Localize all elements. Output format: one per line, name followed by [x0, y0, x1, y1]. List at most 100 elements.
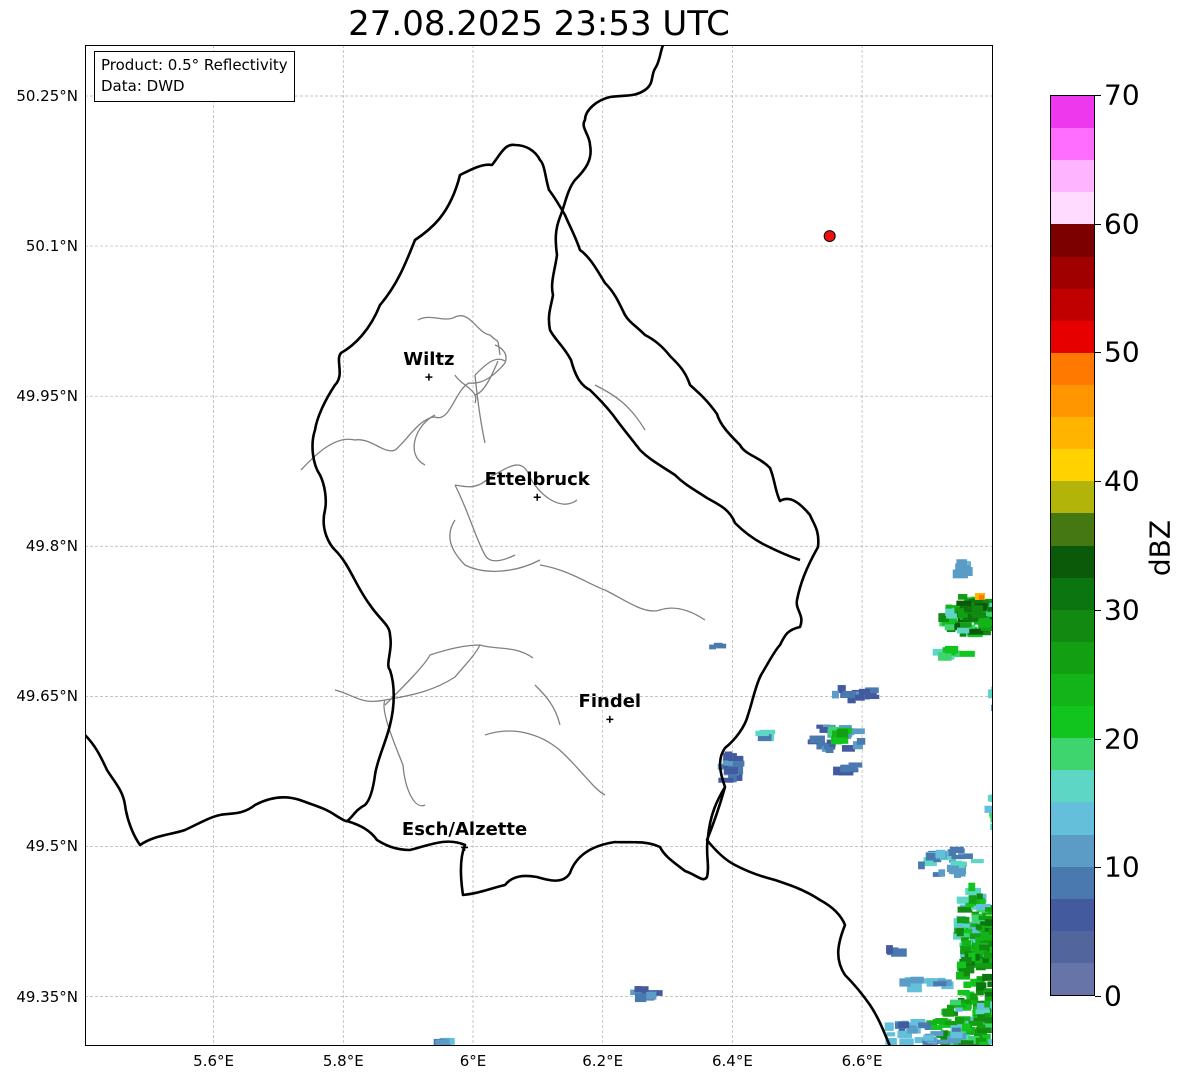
radar-echo — [992, 971, 993, 979]
latitude-label: 49.5°N — [25, 837, 78, 856]
radar-echo — [899, 978, 911, 987]
radar-echo — [958, 861, 965, 869]
canton-boundary — [484, 730, 606, 796]
radar-echo — [856, 738, 866, 745]
colorbar-tick-label: 0 — [1104, 979, 1122, 1013]
radar-echo — [957, 906, 973, 913]
radar-echo — [972, 605, 984, 614]
canton-boundary — [454, 374, 477, 404]
radar-map[interactable] — [85, 45, 993, 1046]
radar-echo — [968, 895, 977, 904]
radar-echo — [899, 1038, 914, 1046]
data-source-label: Data: DWD — [101, 77, 185, 95]
radar-echo — [836, 728, 849, 738]
radar-echo — [944, 624, 955, 631]
radar-echo — [884, 1022, 894, 1031]
latitude-label: 49.95°N — [16, 387, 78, 406]
radar-echo — [956, 559, 968, 566]
radar-echo — [949, 999, 961, 1006]
radar-echo — [963, 981, 972, 989]
colorbar-tick — [1095, 867, 1101, 869]
radar-echo — [990, 815, 993, 823]
colorbar-tick — [1095, 738, 1101, 740]
canton-boundary — [454, 484, 516, 562]
radar-echo — [975, 924, 983, 930]
radar-echo — [809, 735, 825, 744]
product-label: Product: 0.5° Reflectivity — [101, 56, 288, 74]
radar-echo — [960, 622, 972, 628]
radar-echo — [718, 777, 734, 783]
radar-echo — [935, 849, 946, 859]
location-marker — [823, 230, 836, 243]
radar-echo — [840, 764, 851, 773]
radar-echo — [944, 645, 959, 654]
longitude-label: 6.2°E — [582, 1052, 624, 1070]
radar-echo — [849, 728, 865, 735]
radar-echo — [716, 643, 727, 649]
radar-echo — [987, 1039, 993, 1045]
canton-boundary — [449, 519, 541, 572]
city-marker-icon — [606, 715, 614, 723]
colorbar-segment — [1051, 417, 1094, 450]
radar-echo — [984, 1017, 993, 1024]
colorbar-tick-label: 60 — [1104, 207, 1140, 241]
map-title: 27.08.2025 23:53 UTC — [348, 4, 730, 44]
radar-echo — [978, 618, 991, 628]
radar-echo — [985, 907, 993, 912]
radar-echo — [932, 1019, 947, 1025]
radar-echo — [435, 1039, 449, 1046]
canton-boundaries — [300, 315, 706, 807]
latitude-label: 49.8°N — [25, 537, 78, 556]
radar-echo — [831, 690, 839, 699]
colorbar-segment — [1051, 577, 1094, 610]
radar-echo — [991, 686, 993, 692]
colorbar-segment — [1051, 160, 1094, 193]
radar-echo — [990, 1001, 993, 1009]
city-label: Esch/Alzette — [401, 819, 528, 841]
radar-echo — [984, 805, 993, 813]
radar-echo — [975, 1009, 985, 1015]
radar-echo — [709, 644, 717, 650]
colorbar-tick — [1095, 996, 1101, 997]
graticule-grid — [85, 45, 993, 1046]
radar-echo — [979, 944, 990, 951]
latitude-label: 49.65°N — [16, 687, 78, 706]
colorbar-segment — [1051, 866, 1094, 899]
radar-echo — [837, 738, 844, 744]
colorbar-tick-label: 30 — [1104, 593, 1140, 627]
longitude-label: 6°E — [459, 1052, 487, 1070]
colorbar-tick — [1095, 481, 1101, 483]
colorbar-segment — [1051, 930, 1094, 963]
radar-echo — [956, 916, 970, 924]
radar-echo — [979, 1041, 989, 1046]
radar-echo — [963, 928, 973, 934]
colorbar-segment — [1051, 224, 1094, 257]
radar-echo — [957, 867, 966, 877]
radar-echo — [976, 1024, 986, 1029]
city-markers — [425, 373, 614, 851]
radar-echo — [992, 1028, 993, 1036]
colorbar-segment — [1051, 481, 1094, 514]
radar-echo — [759, 729, 776, 735]
radar-echo — [646, 991, 657, 1000]
colorbar-segment — [1051, 513, 1094, 546]
colorbar — [1050, 95, 1095, 996]
radar-echo — [938, 652, 952, 661]
radar-echo — [933, 981, 947, 987]
radar-echo — [989, 946, 993, 953]
colorbar-segment — [1051, 288, 1094, 321]
colorbar-tick — [1095, 352, 1101, 354]
germany-border-south — [705, 786, 892, 1046]
radar-echo — [728, 755, 744, 762]
colorbar-segment — [1051, 256, 1094, 289]
colorbar-segment — [1051, 770, 1094, 803]
radar-echo — [961, 1023, 971, 1032]
latitude-label: 49.35°N — [16, 987, 78, 1006]
radar-echo — [945, 604, 953, 609]
radar-echo — [849, 764, 858, 772]
colorbar-segment — [1051, 384, 1094, 418]
latitude-label: 50.25°N — [16, 86, 78, 105]
colorbar-tick-label: 40 — [1104, 464, 1140, 498]
radar-echo — [956, 627, 970, 634]
canton-boundary — [334, 644, 481, 702]
